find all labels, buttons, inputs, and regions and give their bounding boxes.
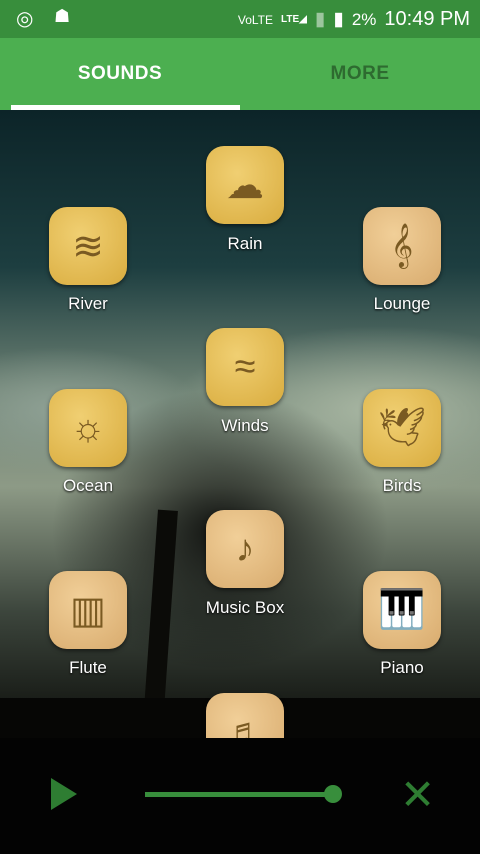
hotspot-icon: ◎ [16,8,34,30]
rain-button[interactable]: ☁ [206,146,284,224]
music-box-button[interactable]: ♪ [206,510,284,588]
music-box-label: Music Box [205,598,285,617]
tab-bar: SOUNDS MORE [0,38,480,110]
status-bar: ◎ ☗ VoLTE LTE◢ ▮ ▮ 2% 10:49 PM [0,0,480,38]
play-icon[interactable] [51,778,77,810]
more-sound-button[interactable]: ♬ [206,693,284,738]
signal-icon: LTE◢ [281,14,307,25]
lounge-button[interactable]: 𝄞 [363,207,441,285]
piano-label: Piano [380,658,424,677]
player-bar: ✕ [0,738,480,854]
volte-label: VoLTE [237,12,274,27]
volume-slider[interactable] [145,792,333,797]
piano-icon: 🎹 [378,589,426,631]
flute-button[interactable]: ▥ [49,571,127,649]
battery-icon: ▮ [333,9,344,30]
no-sim-icon: ▮ [314,9,326,30]
sound-grid: ☁ Rain ≋ River 𝄞 Lounge ≈ Winds ☼ Ocean … [0,110,480,738]
sun-waves-icon: ☼ [70,406,106,449]
battery-percent: 2% [351,9,377,29]
clock: 10:49 PM [384,8,470,30]
piano-button[interactable]: 🎹 [363,571,441,649]
river-button[interactable]: ≋ [49,207,127,285]
rain-label: Rain [227,234,263,253]
wind-icon: ≈ [234,345,256,388]
waves-icon: ≋ [72,225,104,268]
birds-label: Birds [382,476,422,495]
lounge-label: Lounge [373,294,431,313]
music-box-icon: ♪ [235,527,255,570]
close-icon[interactable]: ✕ [400,774,435,816]
river-label: River [68,294,108,313]
pan-flute-icon: ▥ [70,589,106,632]
flute-label: Flute [69,658,107,677]
android-icon: ☗ [54,6,71,26]
ocean-button[interactable]: ☼ [49,389,127,467]
ocean-label: Ocean [62,476,114,495]
note-icon: ♬ [226,710,264,739]
birds-button[interactable]: 🕊 [363,389,441,467]
tab-sounds[interactable]: SOUNDS [0,38,240,110]
tab-more[interactable]: MORE [240,38,480,110]
bird-icon: 🕊 [377,407,427,449]
winds-button[interactable]: ≈ [206,328,284,406]
volume-slider-thumb[interactable] [324,785,342,803]
winds-label: Winds [221,416,269,435]
treble-clef-icon: 𝄞 [390,224,414,267]
rain-icon: ☁ [226,164,264,207]
